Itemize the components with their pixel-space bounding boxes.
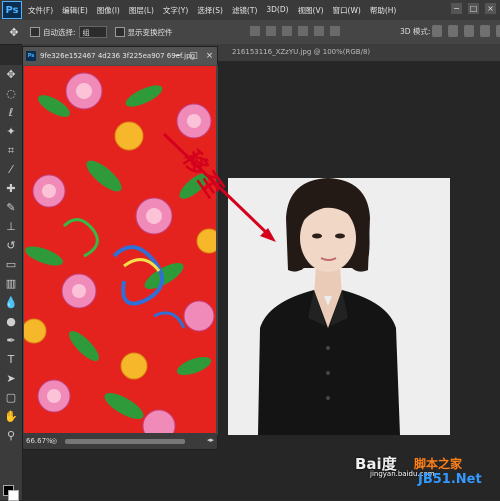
history-brush-icon[interactable]: ↺ (0, 236, 22, 255)
menu-list: 文件(F) 编辑(E) 图像(I) 图层(L) 文字(Y) 选择(S) 滤镜(T… (28, 5, 405, 16)
zoom-icon[interactable]: ⚲ (0, 426, 22, 445)
mode-3d-buttons (432, 25, 500, 37)
menu-filter[interactable]: 滤镜(T) (232, 5, 257, 16)
move-tool-preset-icon[interactable]: ✥ (6, 24, 22, 40)
maximize-button[interactable]: □ (468, 3, 479, 14)
zoom-level[interactable]: 66.67% (26, 437, 53, 445)
brush-icon[interactable]: ✎ (0, 198, 22, 217)
rotate-3d-icon[interactable] (432, 25, 442, 37)
floating-window-statusbar: 66.67% ◎ ◂▸ (23, 433, 217, 449)
minimize-button[interactable]: − (451, 3, 462, 14)
lasso-icon[interactable]: ℓ (0, 103, 22, 122)
type-icon[interactable]: T (0, 350, 22, 369)
blur-icon[interactable]: 💧 (0, 293, 22, 312)
scale-3d-icon[interactable] (496, 25, 500, 37)
show-transform-label: 显示变换控件 (127, 27, 173, 37)
pen-icon[interactable]: ✒ (0, 331, 22, 350)
menu-select[interactable]: 选择(S) (197, 5, 223, 16)
ps-document-icon: Ps (26, 51, 36, 61)
eyedropper-icon[interactable]: ⁄ (0, 160, 22, 179)
auto-select-dropdown[interactable]: 组 (78, 26, 107, 38)
align-vcenter-icon[interactable] (266, 26, 276, 36)
float-maximize-button[interactable]: □ (188, 50, 199, 61)
path-select-icon[interactable]: ➤ (0, 369, 22, 388)
menu-layer[interactable]: 图层(L) (129, 5, 154, 16)
menu-help[interactable]: 帮助(H) (370, 5, 397, 16)
tools-panel: ✥ ◌ ℓ ✦ ⌗ ⁄ ✚ ✎ ⊥ ↺ ▭ ▥ 💧 ● ✒ T ➤ ▢ ✋ ⚲ (0, 65, 23, 501)
float-minimize-button[interactable]: − (172, 50, 183, 61)
background-color-swatch[interactable] (8, 490, 19, 501)
auto-select-checkbox[interactable] (30, 27, 40, 37)
floating-window-vscroll[interactable] (216, 65, 218, 435)
align-left-icon[interactable] (298, 26, 308, 36)
show-transform-checkbox[interactable] (114, 27, 125, 37)
roll-3d-icon[interactable] (448, 25, 458, 37)
site-watermark-cn: 脚本之家 (414, 457, 463, 471)
hand-icon[interactable]: ✋ (0, 407, 22, 426)
scroll-arrows-icon[interactable]: ◂▸ (207, 436, 214, 444)
dodge-icon[interactable]: ● (0, 312, 22, 331)
close-button[interactable]: × (485, 3, 496, 14)
options-bar: ✥ 自动选择: 组 显示变换控件 3D 模式: (0, 20, 500, 45)
healing-icon[interactable]: ✚ (0, 179, 22, 198)
align-hcenter-icon[interactable] (314, 26, 324, 36)
float-close-button[interactable]: × (204, 50, 215, 61)
eraser-icon[interactable]: ▭ (0, 255, 22, 274)
align-bottom-icon[interactable] (282, 26, 292, 36)
menu-view[interactable]: 视图(V) (298, 5, 324, 16)
align-top-icon[interactable] (250, 26, 260, 36)
crop-icon[interactable]: ⌗ (0, 141, 22, 160)
site-watermark-en: JB51.Net (418, 472, 482, 487)
menu-type[interactable]: 文字(Y) (163, 5, 188, 16)
marquee-icon[interactable]: ◌ (0, 84, 22, 103)
floral-pattern (24, 66, 216, 434)
align-buttons (250, 26, 340, 36)
window-controls: − □ × (451, 3, 496, 14)
menu-image[interactable]: 图像(I) (97, 5, 120, 16)
menu-3d[interactable]: 3D(D) (266, 5, 288, 16)
status-menu-icon[interactable]: ◎ (51, 437, 57, 445)
mode-3d-label: 3D 模式: (400, 27, 431, 36)
menu-edit[interactable]: 编辑(E) (62, 5, 88, 16)
stamp-icon[interactable]: ⊥ (0, 217, 22, 236)
app-logo: Ps (2, 1, 22, 19)
floating-window-controls: − □ × (172, 50, 215, 61)
menu-file[interactable]: 文件(F) (28, 5, 53, 16)
gradient-icon[interactable]: ▥ (0, 274, 22, 293)
magic-wand-icon[interactable]: ✦ (0, 122, 22, 141)
move-icon[interactable]: ✥ (0, 65, 22, 84)
drag-3d-icon[interactable] (464, 25, 474, 37)
floral-fabric-image (24, 66, 216, 434)
menu-bar: Ps 文件(F) 编辑(E) 图像(I) 图层(L) 文字(Y) 选择(S) 滤… (0, 0, 500, 20)
shape-icon[interactable]: ▢ (0, 388, 22, 407)
horizontal-scrollbar[interactable] (65, 439, 185, 444)
menu-window[interactable]: 窗口(W) (333, 5, 361, 16)
slide-3d-icon[interactable] (480, 25, 490, 37)
auto-select-label: 自动选择: (43, 27, 76, 37)
floating-window-titlebar[interactable]: Ps 9fe326e152467 4d236 3f225ea907 69ef.j… (23, 47, 217, 65)
align-right-icon[interactable] (330, 26, 340, 36)
document-tab-background[interactable]: 216153116_XZzYU.jpg @ 100%(RGB/8) (232, 48, 370, 56)
